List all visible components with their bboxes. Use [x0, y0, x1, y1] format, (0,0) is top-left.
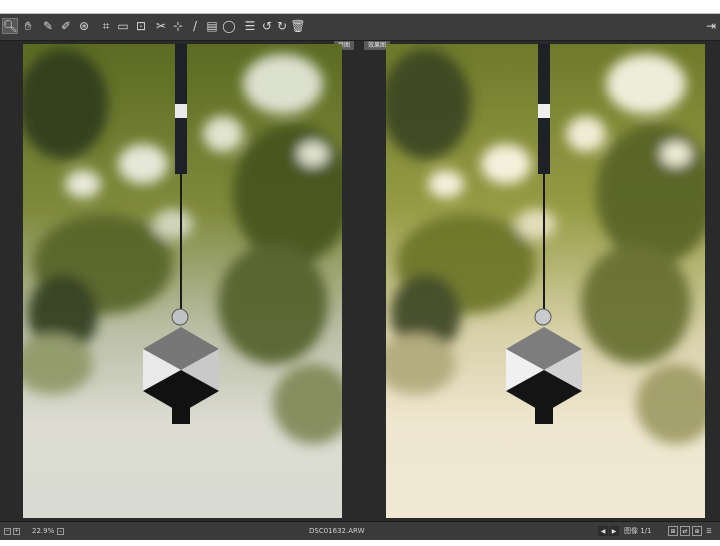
- menu-icon[interactable]: ☰: [704, 526, 714, 536]
- image-counter: 图像 1/1: [624, 527, 652, 535]
- redeye-icon[interactable]: ⊹: [170, 18, 186, 34]
- brush-icon[interactable]: /: [187, 18, 203, 34]
- graduated-filter-icon[interactable]: ▤: [204, 18, 220, 34]
- zoom-level: 22.9%: [32, 527, 55, 535]
- ruler-icon[interactable]: ▭: [115, 18, 131, 34]
- before-photo: [23, 44, 342, 518]
- color-sampler-icon[interactable]: ✐: [58, 18, 74, 34]
- zoom-controls: − +: [4, 522, 20, 540]
- status-bar: − + 22.9% ⌄ DSC01632.ARW ◀ ▶ 图像 1/1 ⊞ ⇄ …: [0, 521, 720, 540]
- file-name: DSC01632.ARW: [309, 527, 365, 535]
- list-icon[interactable]: ☰: [242, 18, 258, 34]
- next-image-icon[interactable]: ▶: [609, 526, 619, 536]
- spot-removal-icon[interactable]: ✂: [153, 18, 169, 34]
- rotate-right-icon[interactable]: ↻: [274, 18, 290, 34]
- target-adjust-icon[interactable]: ⊛: [76, 18, 92, 34]
- eyedropper-icon[interactable]: ✎: [40, 18, 56, 34]
- trash-icon[interactable]: 🗑︎: [290, 18, 306, 34]
- chevron-down-icon[interactable]: ⌄: [57, 527, 64, 535]
- radial-filter-icon[interactable]: ◯: [221, 18, 237, 34]
- after-image: [386, 44, 705, 518]
- copy-settings-icon[interactable]: ⊕: [692, 526, 702, 536]
- transform-icon[interactable]: ⊡: [133, 18, 149, 34]
- image-nav: ◀ ▶: [598, 522, 619, 540]
- compare-view-controls: ⊞ ⇄ ⊕ ☰: [666, 522, 714, 540]
- zoom-in-icon[interactable]: +: [13, 527, 20, 535]
- hand-icon[interactable]: ✋︎: [20, 18, 36, 34]
- swap-view-icon[interactable]: ⇄: [680, 526, 690, 536]
- rotate-left-icon[interactable]: ↺: [259, 18, 275, 34]
- zoom-out-icon[interactable]: −: [4, 527, 11, 535]
- before-image: [23, 44, 342, 518]
- compare-viewer: 原图 效果图: [0, 41, 720, 520]
- zoom-icon[interactable]: 🔍︎: [2, 18, 18, 34]
- crop-icon[interactable]: ⌗: [98, 18, 114, 34]
- tool-bar: 🔍︎ ✋︎ ✎ ✐ ⊛ ⌗ ▭ ⊡ ✂ ⊹ / ▤ ◯ ☰ ↺ ↻ 🗑︎ ⇥: [0, 14, 720, 41]
- bottom-strip: [0, 540, 720, 546]
- zoom-dropdown[interactable]: ⌄: [57, 522, 64, 540]
- app-title-strip: [0, 0, 720, 14]
- split-view-icon[interactable]: ⊞: [668, 526, 678, 536]
- exit-icon[interactable]: ⇥: [704, 18, 718, 34]
- after-photo: [386, 44, 705, 518]
- prev-image-icon[interactable]: ◀: [598, 526, 608, 536]
